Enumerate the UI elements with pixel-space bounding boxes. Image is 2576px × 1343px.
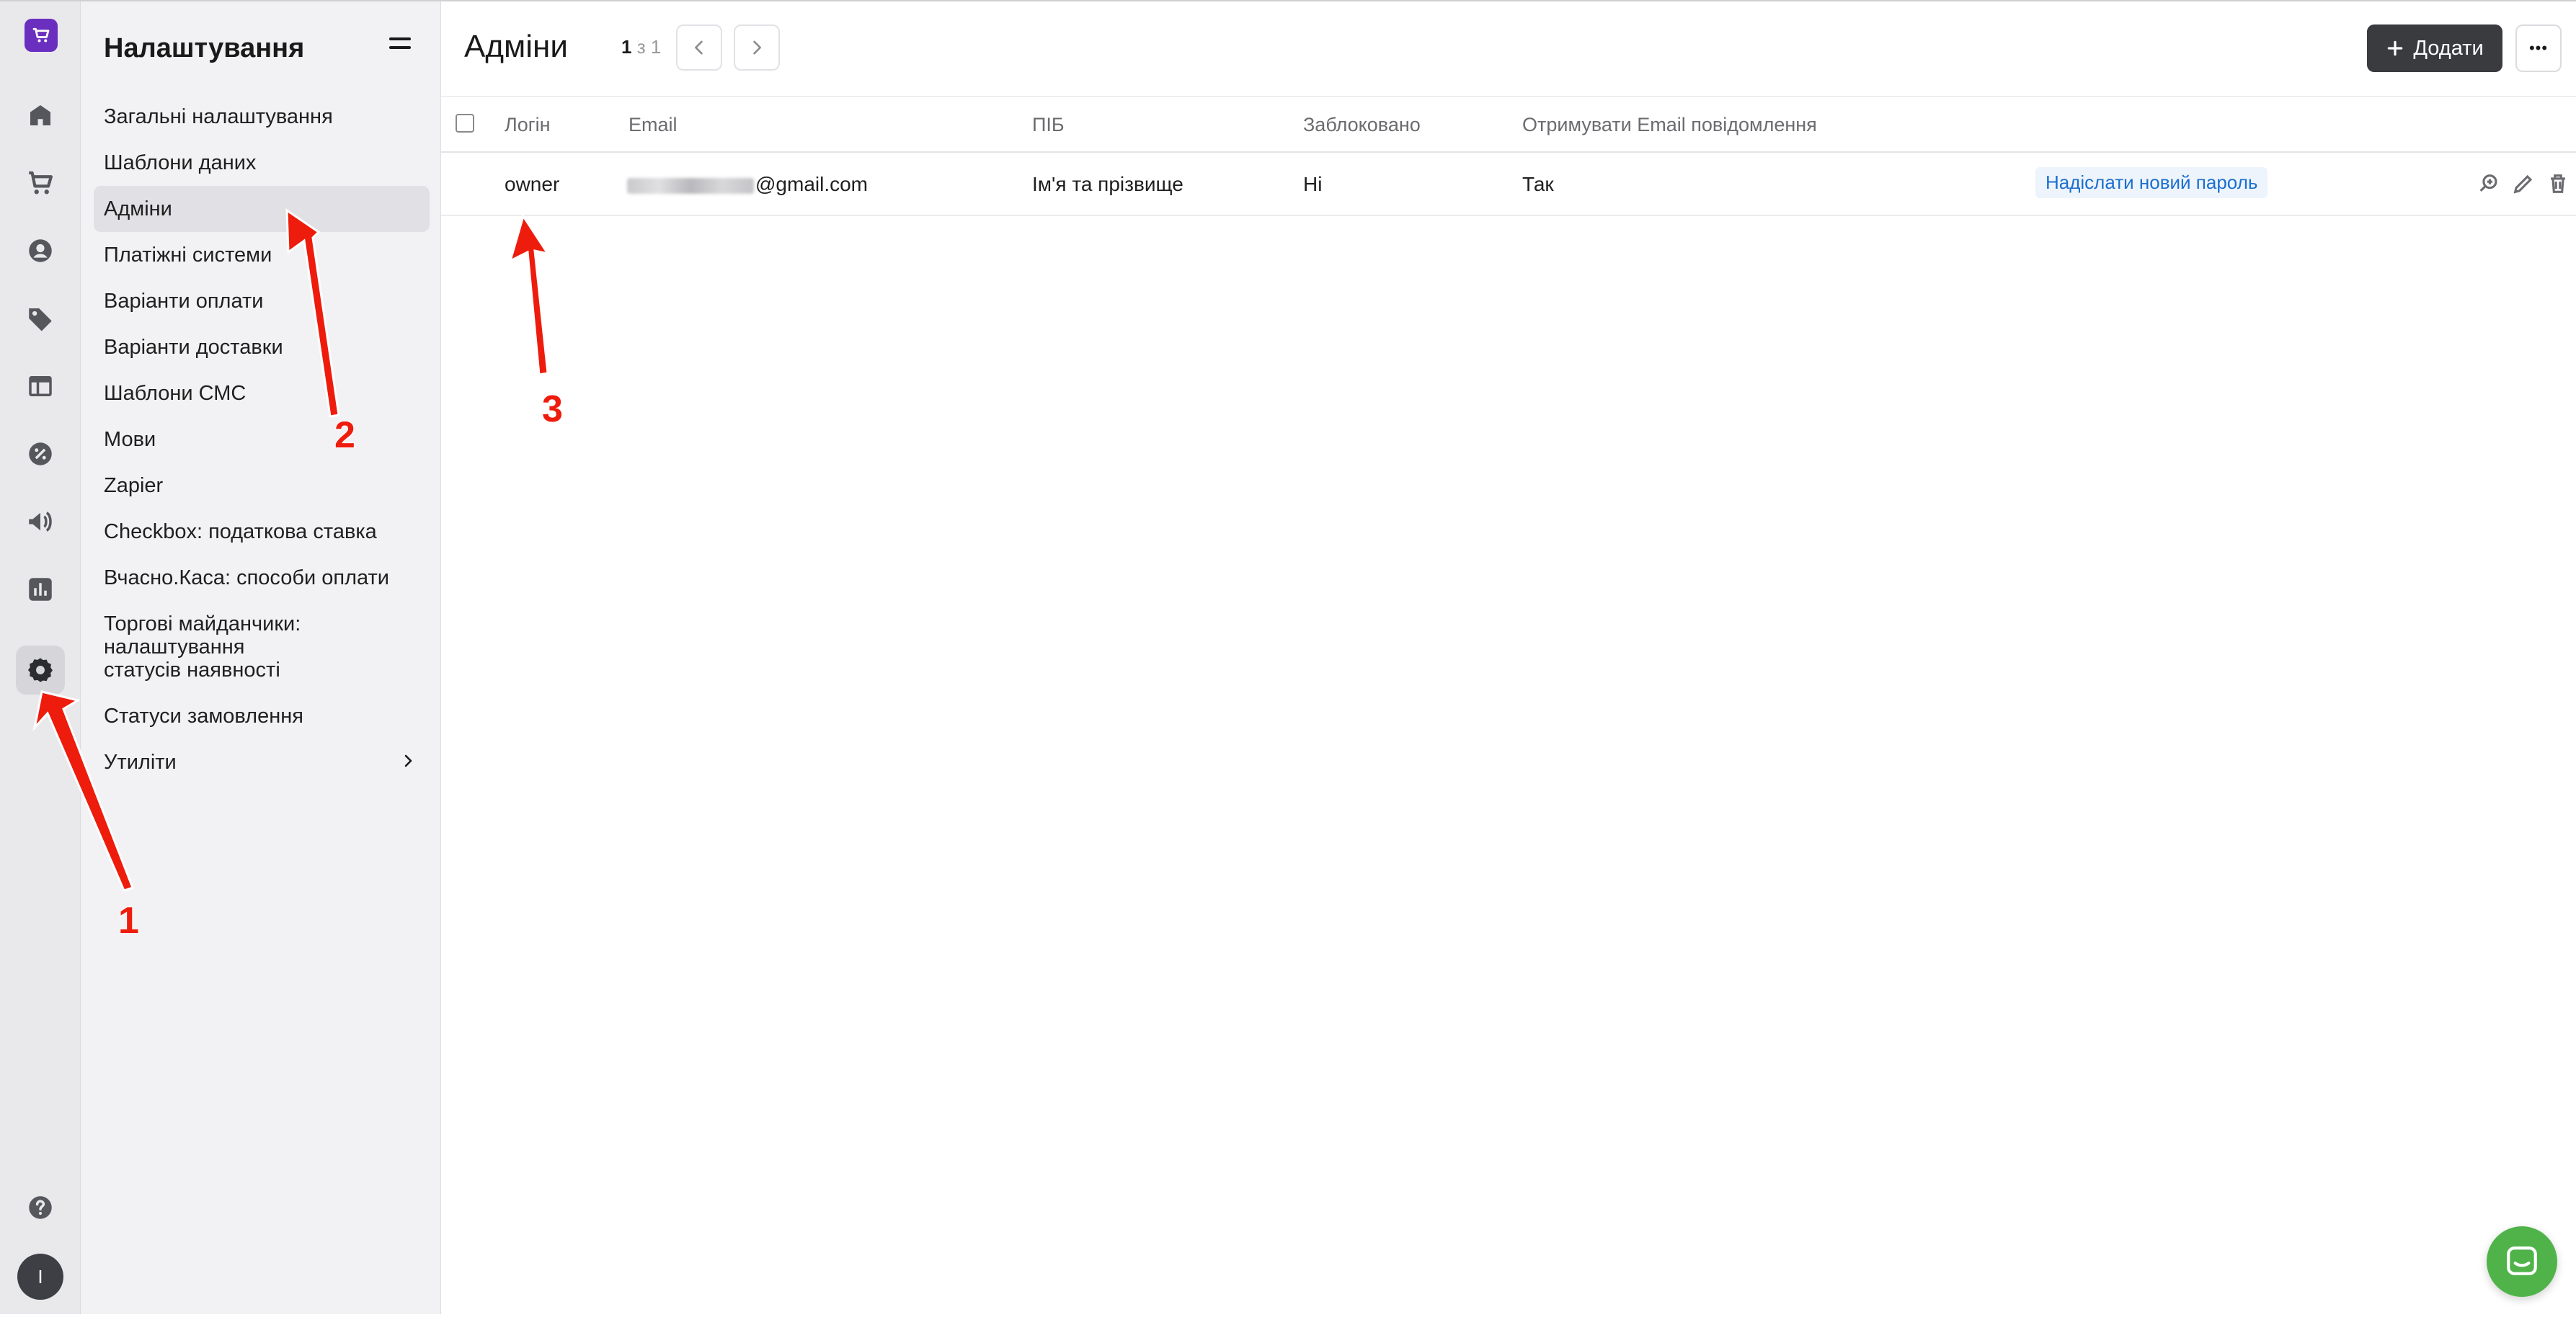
icon-rail: I xyxy=(0,1,81,1316)
column-login[interactable]: Логін xyxy=(505,114,551,136)
column-email[interactable]: Email xyxy=(629,114,678,136)
send-new-password-link[interactable]: Надіслати новий пароль xyxy=(2035,167,2268,198)
main-content: Адміни 1 з 1 Додати ••• Логін Email ПІБ … xyxy=(441,1,2576,1316)
chart-icon[interactable] xyxy=(16,565,65,614)
column-blocked[interactable]: Заблоковано xyxy=(1303,114,1421,136)
cell-blocked: Ні xyxy=(1303,173,1323,195)
edit-icon[interactable] xyxy=(2511,171,2536,196)
chat-icon xyxy=(2507,1246,2537,1275)
settings-menu: Налаштування Загальні налаштування Шабло… xyxy=(81,1,441,1316)
delete-icon[interactable] xyxy=(2546,171,2570,196)
view-icon[interactable] xyxy=(2477,171,2501,196)
chevron-right-icon xyxy=(753,40,761,55)
discount-icon[interactable] xyxy=(16,429,65,478)
cell-email: @gmail.com xyxy=(627,173,868,196)
menu-item-marketplaces[interactable]: Торгові майданчики: налаштування статусі… xyxy=(94,601,332,693)
table-row[interactable]: owner @gmail.com Ім'я та прізвище Ні Так… xyxy=(441,153,2576,216)
plus-icon xyxy=(2388,40,2403,56)
megaphone-icon[interactable] xyxy=(16,497,65,546)
menu-item-order-statuses[interactable]: Статуси замовлення xyxy=(94,693,430,739)
page-title: Адміни xyxy=(464,29,568,64)
pager-current: 1 xyxy=(621,36,632,58)
pager-info: 1 з 1 xyxy=(621,36,661,58)
table-header: Логін Email ПІБ Заблоковано Отримувати E… xyxy=(441,97,2576,153)
cell-email-suffix: @gmail.com xyxy=(755,173,869,195)
menu-item-vchasno-payments[interactable]: Вчасно.Каса: способи оплати xyxy=(94,555,430,601)
menu-item-utilities-label: Утиліти xyxy=(104,751,177,774)
redacted-email-name xyxy=(627,177,754,194)
pager-separator: з xyxy=(636,36,646,58)
menu-item-sms-templates[interactable]: Шаблони СМС xyxy=(94,370,430,416)
bottom-margin xyxy=(0,1314,2576,1343)
menu-item-utilities[interactable]: Утиліти xyxy=(94,739,430,785)
store-logo-icon[interactable] xyxy=(25,19,58,52)
select-all-checkbox[interactable] xyxy=(456,114,474,133)
cell-login: owner xyxy=(505,173,560,195)
customer-icon[interactable] xyxy=(16,226,65,275)
menu-item-payment-options[interactable]: Варіанти оплати xyxy=(94,278,430,324)
app-window: I Налаштування Загальні налаштування Шаб… xyxy=(0,0,2576,1316)
menu-list: Загальні налаштування Шаблони даних Адмі… xyxy=(94,94,430,785)
menu-item-payment-systems[interactable]: Платіжні системи xyxy=(94,232,430,278)
avatar[interactable]: I xyxy=(17,1254,63,1300)
more-options-button[interactable]: ••• xyxy=(2515,24,2562,72)
cell-email-notifications: Так xyxy=(1522,173,1554,195)
menu-item-delivery-options[interactable]: Варіанти доставки xyxy=(94,324,430,370)
avatar-letter: I xyxy=(37,1265,43,1288)
annotation-label-3: 3 xyxy=(541,388,564,431)
menu-item-admins[interactable]: Адміни xyxy=(94,186,430,232)
menu-item-checkbox-tax[interactable]: Checkbox: податкова ставка xyxy=(94,509,430,555)
menu-title: Налаштування xyxy=(104,33,305,63)
next-page-button[interactable] xyxy=(734,24,780,71)
prev-page-button[interactable] xyxy=(676,24,722,71)
collapse-menu-icon[interactable] xyxy=(389,37,411,55)
home-icon[interactable] xyxy=(16,91,65,140)
cart-icon[interactable] xyxy=(16,159,65,208)
column-full-name[interactable]: ПІБ xyxy=(1032,114,1065,136)
menu-item-data-templates[interactable]: Шаблони даних xyxy=(94,140,430,186)
chevron-left-icon xyxy=(695,40,703,55)
add-button-label: Додати xyxy=(2413,36,2484,60)
more-options-label: ••• xyxy=(2528,39,2549,57)
column-email-notifications[interactable]: Отримувати Email повідомлення xyxy=(1522,114,1817,136)
tag-icon[interactable] xyxy=(16,294,65,343)
chat-button[interactable] xyxy=(2487,1226,2557,1297)
add-button[interactable]: Додати xyxy=(2367,24,2502,72)
layout-icon[interactable] xyxy=(16,362,65,411)
menu-item-general[interactable]: Загальні налаштування xyxy=(94,94,430,140)
menu-item-languages[interactable]: Мови xyxy=(94,416,430,463)
gear-icon[interactable] xyxy=(16,646,65,695)
annotation-label-1: 1 xyxy=(117,899,140,942)
annotation-label-2: 2 xyxy=(334,414,356,457)
chevron-right-icon xyxy=(404,754,412,767)
cell-full-name: Ім'я та прізвище xyxy=(1032,173,1183,195)
page-header: Адміни 1 з 1 Додати ••• xyxy=(441,1,2576,97)
question-icon[interactable] xyxy=(16,1183,65,1232)
pager-total: 1 xyxy=(650,36,662,58)
menu-item-zapier[interactable]: Zapier xyxy=(94,463,430,509)
